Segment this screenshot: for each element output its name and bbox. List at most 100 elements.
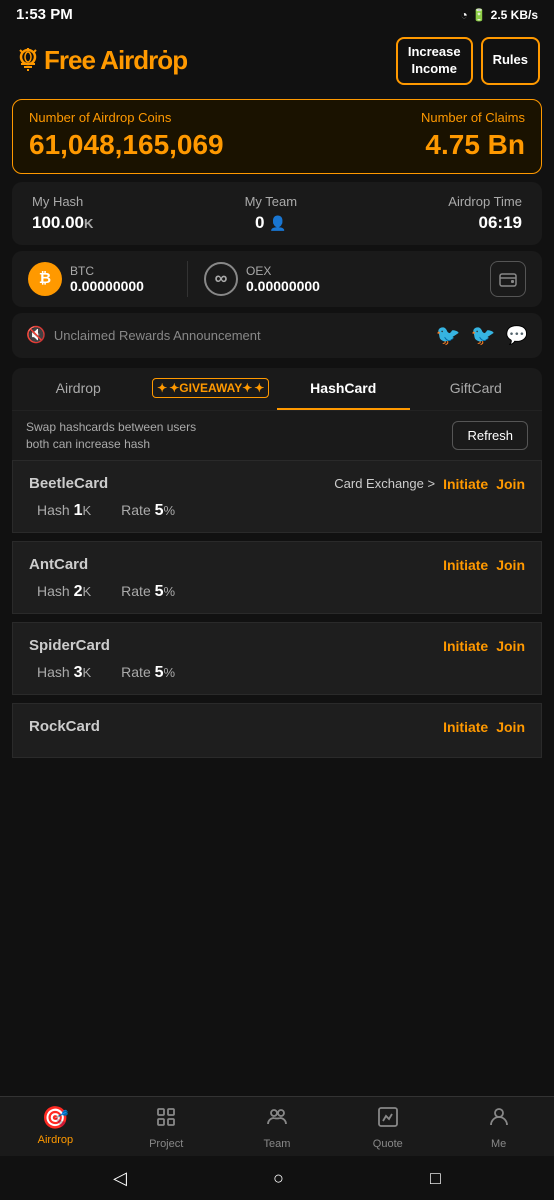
ant-card-actions: Initiate Join (443, 557, 525, 573)
discord-icon[interactable]: 💬 (506, 325, 528, 346)
increase-income-button[interactable]: Increase Income (396, 37, 473, 85)
my-hash-value: 100.00K (32, 213, 93, 233)
beetle-initiate-button[interactable]: Initiate (443, 476, 488, 492)
status-icons: ◔ 🔋 2.5 KB/s (460, 8, 538, 22)
twitter-icon-1[interactable]: 🐦 (436, 323, 461, 348)
header-buttons: Increase Income Rules (396, 37, 540, 85)
ant-hash-stat: Hash 2K (37, 583, 91, 601)
announcement-bar: 🔇 Unclaimed Rewards Announcement 🐦 🐦 💬 (12, 313, 542, 358)
btc-info: BTC 0.00000000 (70, 264, 144, 294)
back-button[interactable]: ◁ (113, 1168, 127, 1189)
network-speed: 2.5 KB/s (491, 8, 538, 22)
me-nav-label: Me (491, 1138, 506, 1150)
twitter-icon-2[interactable]: 🐦 (471, 323, 496, 348)
coins-section: Number of Airdrop Coins 61,048,165,069 (29, 110, 224, 161)
recent-button[interactable]: □ (430, 1168, 441, 1189)
rock-card-actions: Initiate Join (443, 719, 525, 735)
bottom-nav: 🎯 Airdrop Project Team (0, 1096, 554, 1156)
spider-rate-stat: Rate 5% (121, 664, 175, 682)
quote-nav-icon (376, 1105, 400, 1135)
airdrop-time-value: 06:19 (448, 213, 522, 233)
claims-value: 4.75 Bn (421, 129, 525, 161)
spider-card-actions: Initiate Join (443, 638, 525, 654)
tab-hashcard[interactable]: HashCard (277, 368, 410, 410)
ant-rate-stat: Rate 5% (121, 583, 175, 601)
android-nav-bar: ◁ ○ □ (0, 1156, 554, 1200)
beetle-card-name: BeetleCard (29, 475, 108, 492)
nav-item-quote[interactable]: Quote (358, 1105, 418, 1150)
logo-icon (14, 47, 42, 75)
spider-join-button[interactable]: Join (496, 638, 525, 654)
oex-name: OEX (246, 264, 320, 278)
my-team-cell: My Team 0 👤 (245, 194, 298, 233)
claims-label: Number of Claims (421, 110, 525, 125)
coins-value: 61,048,165,069 (29, 129, 224, 161)
spider-hash-stat: Hash 3K (37, 664, 91, 682)
my-hash-cell: My Hash 100.00K (32, 194, 93, 233)
social-icons: 🐦 🐦 💬 (436, 323, 528, 348)
swap-text: Swap hashcards between users both can in… (26, 419, 196, 453)
my-hash-label: My Hash (32, 194, 93, 209)
info-row: My Hash 100.00K My Team 0 👤 Airdrop Time… (12, 182, 542, 245)
me-nav-icon (487, 1105, 511, 1135)
btc-item: ₿ BTC 0.00000000 (28, 262, 171, 296)
oex-item: ∞ OEX 0.00000000 (204, 262, 347, 296)
beetle-rate-stat: Rate 5% (121, 502, 175, 520)
claims-section: Number of Claims 4.75 Bn (421, 110, 525, 161)
tab-giveaway[interactable]: ✦✦GIVEAWAY✦✦ (145, 368, 278, 410)
coin-divider (187, 261, 188, 297)
project-nav-label: Project (149, 1138, 183, 1150)
ant-join-button[interactable]: Join (496, 557, 525, 573)
ant-initiate-button[interactable]: Initiate (443, 557, 488, 573)
nav-item-project[interactable]: Project (136, 1105, 196, 1150)
oex-icon: ∞ (204, 262, 238, 296)
signal-icon: 🔋 (472, 8, 487, 22)
btc-icon: ₿ (28, 262, 62, 296)
beetle-join-button[interactable]: Join (496, 476, 525, 492)
spider-initiate-button[interactable]: Initiate (443, 638, 488, 654)
airdrop-nav-label: Airdrop (38, 1134, 73, 1146)
status-time: 1:53 PM (16, 6, 73, 23)
refresh-button[interactable]: Refresh (452, 421, 528, 450)
wallet-button[interactable] (490, 261, 526, 297)
rock-join-button[interactable]: Join (496, 719, 525, 735)
app-logo: Free Airdrȯp (14, 45, 187, 76)
team-icon: 👤 (269, 215, 286, 231)
pie-icon: ◔ (460, 8, 467, 22)
rules-button[interactable]: Rules (481, 37, 540, 85)
app-header: Free Airdrȯp Increase Income Rules (0, 29, 554, 95)
team-nav-icon (265, 1105, 289, 1135)
oex-value: 0.00000000 (246, 278, 320, 294)
rock-initiate-button[interactable]: Initiate (443, 719, 488, 735)
speaker-icon: 🔇 (26, 325, 46, 345)
team-nav-label: Team (264, 1138, 291, 1150)
home-button[interactable]: ○ (273, 1168, 284, 1189)
list-item: SpiderCard Initiate Join Hash 3K Rate 5% (12, 622, 542, 695)
list-item: AntCard Initiate Join Hash 2K Rate 5% (12, 541, 542, 614)
beetle-card-actions: Card Exchange > Initiate Join (334, 476, 525, 492)
airdrop-nav-icon: 🎯 (42, 1105, 69, 1131)
ant-card-name: AntCard (29, 556, 88, 573)
announcement-text: Unclaimed Rewards Announcement (54, 328, 261, 343)
list-item: RockCard Initiate Join (12, 703, 542, 758)
spider-card-name: SpiderCard (29, 637, 110, 654)
tab-giftcard[interactable]: GiftCard (410, 368, 543, 410)
beetle-card-stats: Hash 1K Rate 5% (37, 502, 525, 520)
beetle-hash-stat: Hash 1K (37, 502, 91, 520)
main-tabs: Airdrop ✦✦GIVEAWAY✦✦ HashCard GiftCard (12, 368, 542, 410)
my-team-value: 0 👤 (245, 213, 298, 233)
rock-card-name: RockCard (29, 718, 100, 735)
swap-info-bar: Swap hashcards between users both can in… (12, 410, 542, 461)
card-exchange-label: Card Exchange > (334, 476, 435, 491)
nav-item-airdrop[interactable]: 🎯 Airdrop (25, 1105, 85, 1150)
airdrop-time-label: Airdrop Time (448, 194, 522, 209)
beetle-card-header: BeetleCard Card Exchange > Initiate Join (29, 475, 525, 492)
my-team-label: My Team (245, 194, 298, 209)
quote-nav-label: Quote (373, 1138, 403, 1150)
nav-item-team[interactable]: Team (247, 1105, 307, 1150)
btc-name: BTC (70, 264, 144, 278)
spider-card-header: SpiderCard Initiate Join (29, 637, 525, 654)
coins-row: ₿ BTC 0.00000000 ∞ OEX 0.00000000 (12, 251, 542, 307)
nav-item-me[interactable]: Me (469, 1105, 529, 1150)
tab-airdrop[interactable]: Airdrop (12, 368, 145, 410)
